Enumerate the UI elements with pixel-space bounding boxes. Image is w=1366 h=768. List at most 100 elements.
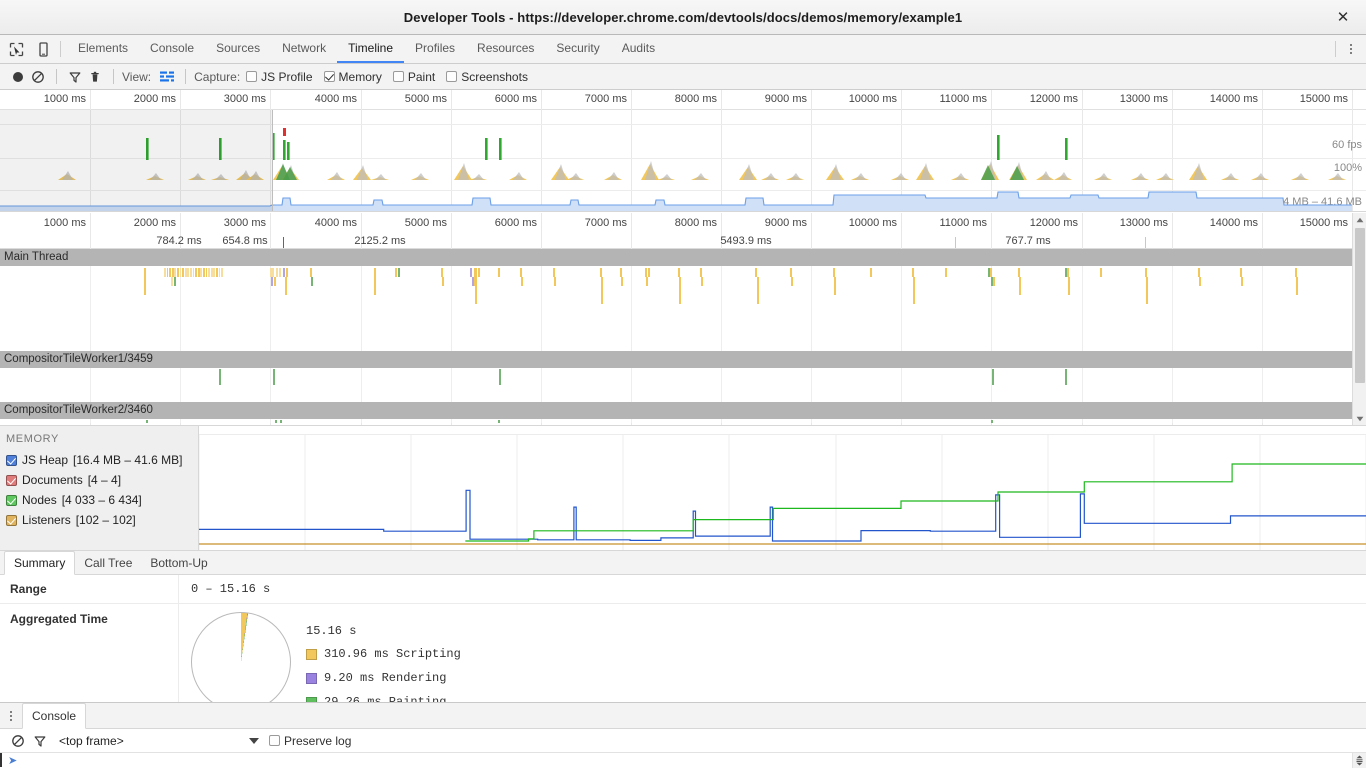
flame-event[interactable]	[221, 268, 223, 277]
flame-event[interactable]	[913, 277, 915, 286]
memory-counter-listeners[interactable]: Listeners [102 – 102]	[6, 510, 198, 530]
flame-chart-scrollbar[interactable]	[1352, 213, 1366, 425]
flame-event[interactable]	[285, 286, 287, 295]
flame-event[interactable]	[1068, 286, 1070, 295]
flame-event[interactable]	[554, 277, 556, 286]
scrollbar-thumb[interactable]	[1355, 228, 1365, 383]
flame-event[interactable]	[177, 268, 179, 277]
memory-counter-nodes[interactable]: Nodes [4 033 – 6 434]	[6, 490, 198, 510]
flame-event[interactable]	[216, 268, 218, 277]
flame-event[interactable]	[275, 420, 277, 423]
flame-event[interactable]	[990, 268, 992, 277]
close-window-button[interactable]: ✕	[1334, 9, 1352, 27]
tab-summary[interactable]: Summary	[4, 551, 75, 575]
flame-event[interactable]	[211, 268, 213, 277]
inspect-element-icon[interactable]	[8, 41, 25, 58]
flame-event[interactable]	[991, 420, 993, 423]
flame-event[interactable]	[791, 277, 793, 286]
flame-event[interactable]	[1296, 286, 1298, 295]
flame-event[interactable]	[187, 268, 189, 277]
flame-event[interactable]	[620, 268, 622, 277]
flame-event[interactable]	[646, 277, 648, 286]
flame-event[interactable]	[1240, 268, 1242, 277]
device-toolbar-icon[interactable]	[35, 41, 52, 58]
flame-event[interactable]	[271, 277, 273, 286]
drawer-tab-console[interactable]: Console	[22, 703, 86, 729]
flame-event[interactable]	[992, 369, 994, 385]
flame-event[interactable]	[478, 268, 480, 277]
flame-event[interactable]	[757, 286, 759, 295]
flame-event[interactable]	[174, 268, 176, 277]
flame-event[interactable]	[398, 268, 400, 277]
overview-selection-dim-left[interactable]	[0, 110, 272, 212]
flame-event[interactable]	[1146, 295, 1148, 304]
filter-funnel-icon[interactable]	[65, 67, 85, 87]
flame-event[interactable]	[833, 268, 835, 277]
tab-profiles[interactable]: Profiles	[404, 35, 466, 63]
flame-event[interactable]	[185, 268, 187, 277]
flame-event[interactable]	[1019, 286, 1021, 295]
flame-event[interactable]	[498, 268, 500, 277]
flame-event[interactable]	[993, 277, 995, 286]
flame-event[interactable]	[700, 268, 702, 277]
aggregated-time-pie-chart[interactable]	[191, 612, 291, 712]
clear-prohibited-icon[interactable]	[28, 67, 48, 87]
flame-event[interactable]	[475, 295, 477, 304]
flame-event[interactable]	[280, 420, 282, 423]
flame-event[interactable]	[374, 277, 376, 286]
flame-event[interactable]	[1100, 268, 1102, 277]
flame-event[interactable]	[274, 277, 276, 286]
flame-event[interactable]	[442, 277, 444, 286]
flame-event[interactable]	[441, 268, 443, 277]
flame-event[interactable]	[679, 295, 681, 304]
flame-event[interactable]	[174, 277, 176, 286]
preserve-log-checkbox[interactable]: Preserve log	[269, 734, 351, 748]
tab-resources[interactable]: Resources	[466, 35, 545, 63]
flame-event[interactable]	[219, 268, 221, 277]
flame-event[interactable]	[146, 420, 148, 423]
flame-event[interactable]	[144, 277, 146, 286]
console-prompt[interactable]: ➤	[0, 753, 1366, 767]
flame-event[interactable]	[167, 268, 169, 277]
more-options-button[interactable]	[1344, 35, 1358, 63]
memory-counter-documents[interactable]: Documents [4 – 4]	[6, 470, 198, 490]
flame-event[interactable]	[273, 369, 275, 385]
flame-event[interactable]	[195, 268, 197, 277]
flame-event[interactable]	[180, 268, 182, 277]
capture-js-profile-checkbox[interactable]: JS Profile	[246, 70, 312, 84]
flame-event[interactable]	[182, 268, 184, 277]
flame-event[interactable]	[374, 268, 376, 277]
overview-selection-handle-left[interactable]	[272, 110, 273, 212]
execution-context-selector[interactable]: <top frame>	[59, 734, 259, 748]
flame-event[interactable]	[470, 268, 472, 277]
flame-event[interactable]	[601, 286, 603, 295]
flame-event[interactable]	[164, 268, 166, 277]
memory-counter-js-heap[interactable]: JS Heap [16.4 MB – 41.6 MB]	[6, 450, 198, 470]
tab-call-tree[interactable]: Call Tree	[75, 551, 141, 574]
flame-event[interactable]	[285, 277, 287, 286]
flame-event[interactable]	[190, 268, 192, 277]
flame-event[interactable]	[1296, 277, 1298, 286]
flame-event[interactable]	[553, 268, 555, 277]
flame-chart[interactable]: Main ThreadCompositorTileWorker1/3459Com…	[0, 249, 1352, 423]
flame-event[interactable]	[600, 268, 602, 277]
tab-network[interactable]: Network	[271, 35, 337, 63]
flame-event[interactable]	[1145, 268, 1147, 277]
trash-can-icon[interactable]	[85, 67, 105, 87]
tab-security[interactable]: Security	[545, 35, 610, 63]
flame-event[interactable]	[945, 268, 947, 277]
flame-event[interactable]	[276, 268, 278, 277]
flame-event[interactable]	[474, 277, 477, 286]
capture-screenshots-checkbox[interactable]: Screenshots	[446, 70, 528, 84]
flame-event[interactable]	[701, 277, 703, 286]
tab-audits[interactable]: Audits	[611, 35, 666, 63]
flame-event[interactable]	[272, 268, 274, 277]
scroll-up-arrow-icon[interactable]	[1353, 213, 1366, 226]
legend-item-scripting[interactable]: 310.96 ms Scripting	[306, 647, 461, 661]
flame-event[interactable]	[834, 286, 836, 295]
flame-event[interactable]	[283, 268, 285, 277]
scroll-down-arrow-icon[interactable]	[1353, 412, 1366, 425]
record-circle-icon[interactable]	[8, 67, 28, 87]
flame-event[interactable]	[203, 268, 205, 277]
flame-event[interactable]	[1295, 268, 1297, 277]
